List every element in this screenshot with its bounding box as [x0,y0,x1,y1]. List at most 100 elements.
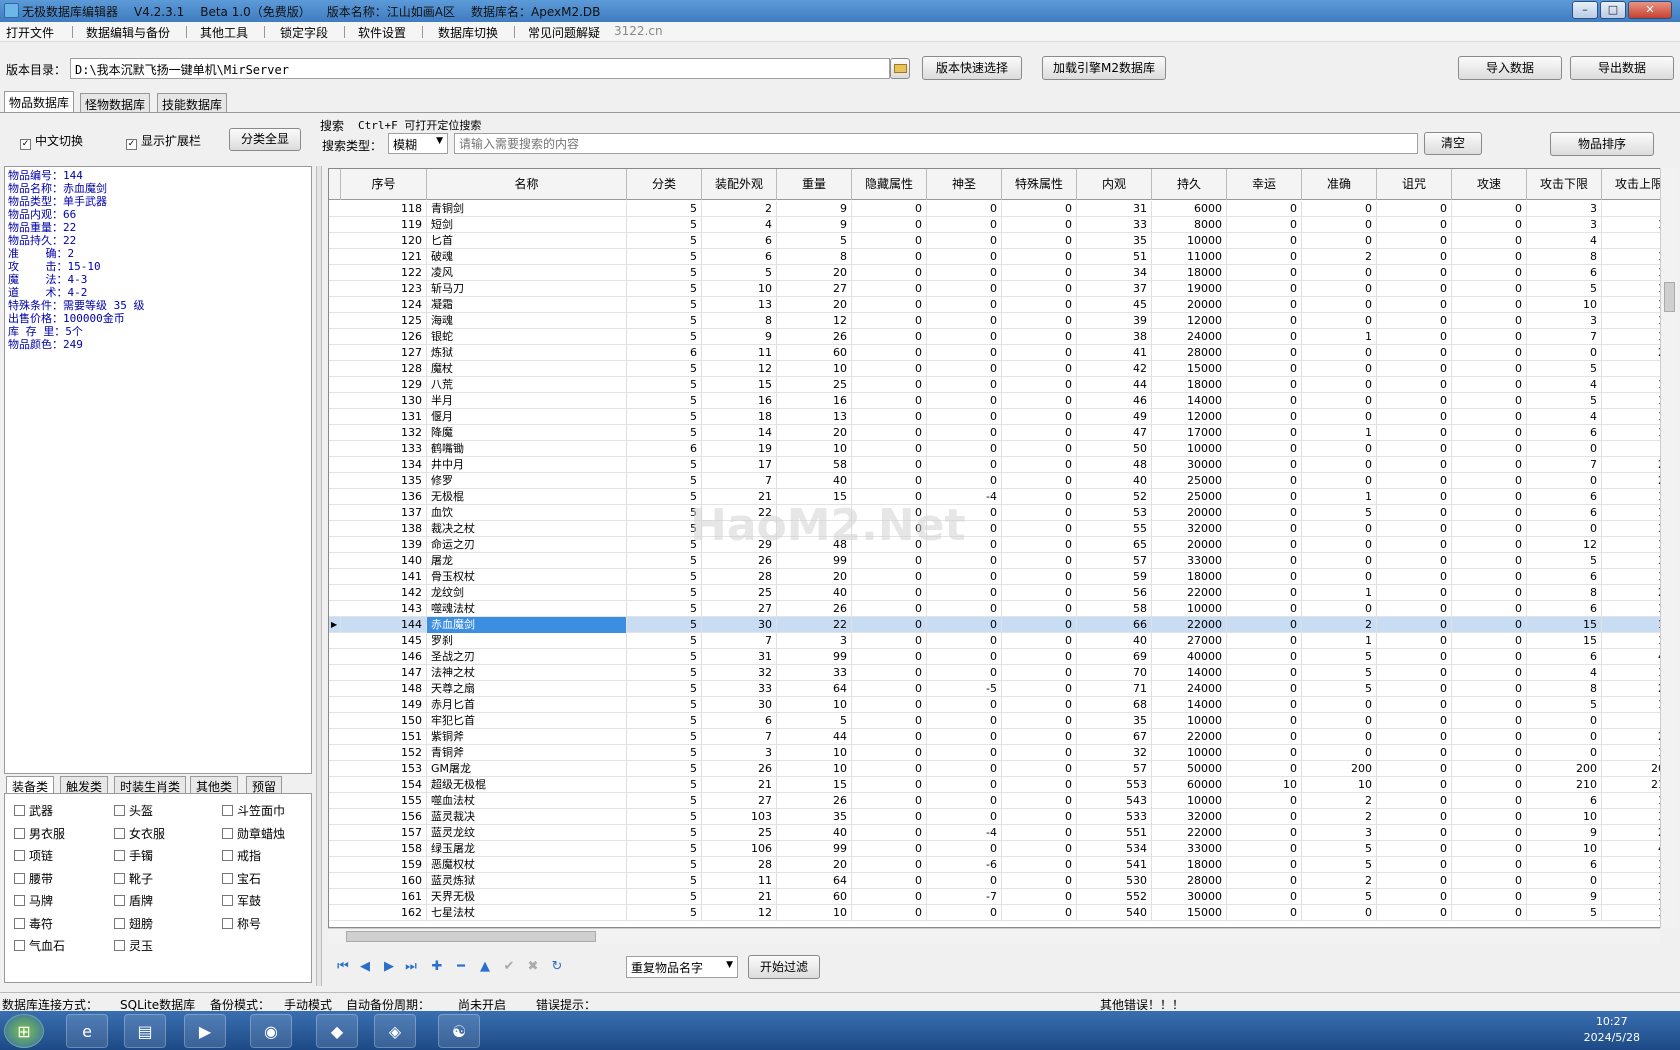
table-cell[interactable]: 124 [341,297,427,313]
table-cell[interactable]: 0 [1377,697,1452,713]
show-ext-checkbox[interactable]: ✓ 显示扩展栏 [126,132,201,150]
table-row[interactable]: 126银蛇592600038240000100714 [329,329,1677,345]
table-cell[interactable]: 0 [1302,537,1377,553]
table-cell[interactable]: 0 [1227,601,1302,617]
table-row[interactable]: 137血饮52200053200000500616 [329,505,1677,521]
table-cell[interactable]: 0 [1377,873,1452,889]
table-cell[interactable]: 0 [852,665,927,681]
column-header[interactable]: 准确 [1302,169,1377,200]
table-row[interactable]: 148天尊之扇533640-5071240000500826 [329,681,1677,697]
table-cell[interactable]: 0 [1227,857,1302,873]
nav-first-icon[interactable]: ⏮ [334,958,352,976]
table-cell[interactable]: 5 [627,489,702,505]
table-cell[interactable]: 9 [777,201,852,217]
category-checkbox[interactable]: 灵玉 [114,937,153,954]
column-header[interactable]: 特殊属性 [1002,169,1077,200]
table-cell[interactable]: 21 [702,889,777,905]
table-cell[interactable]: 0 [1227,265,1302,281]
table-cell[interactable]: 210 [1527,777,1602,793]
table-cell[interactable]: 41 [1077,345,1152,361]
table-cell[interactable]: 26 [702,553,777,569]
table-cell[interactable]: 135 [341,473,427,489]
table-cell[interactable]: 541 [1077,857,1152,873]
table-cell[interactable]: 0 [927,793,1002,809]
table-cell[interactable]: 26 [777,601,852,617]
table-row[interactable]: 136无极棍521150-4052250000100618 [329,489,1677,505]
table-cell[interactable]: 5 [627,505,702,521]
table-cell[interactable]: 0 [1452,377,1527,393]
nav-edit-icon[interactable]: ▲ [476,958,494,976]
table-cell[interactable]: 0 [1377,841,1452,857]
table-cell[interactable]: 5 [627,809,702,825]
table-cell[interactable]: 119 [341,217,427,233]
table-cell[interactable]: 71 [1077,681,1152,697]
table-cell[interactable]: 20 [777,425,852,441]
table-cell[interactable]: 99 [777,841,852,857]
table-cell[interactable]: 5 [627,329,702,345]
table-cell[interactable]: 半月 [427,393,627,409]
table-cell[interactable]: 155 [341,793,427,809]
table-cell[interactable]: 15 [777,489,852,505]
table-row[interactable]: 119短剑5490003380000000311 [329,217,1677,233]
table-cell[interactable]: 0 [1302,745,1377,761]
export-data-button[interactable]: 导出数据 [1570,56,1674,80]
nav-cancel-icon[interactable]: ✖ [524,958,542,976]
table-cell[interactable]: 0 [1002,329,1077,345]
table-cell[interactable]: 157 [341,825,427,841]
table-cell[interactable]: 6 [1527,601,1602,617]
taskbar-game-icon[interactable]: ◈ [374,1014,416,1048]
table-cell[interactable]: 145 [341,633,427,649]
table-cell[interactable]: 12 [702,361,777,377]
table-cell[interactable]: 33 [702,681,777,697]
table-cell[interactable]: 0 [1377,265,1452,281]
version-quick-select-button[interactable]: 版本快速选择 [922,56,1022,80]
table-cell[interactable]: 32000 [1152,521,1227,537]
table-cell[interactable]: 0 [927,873,1002,889]
table-cell[interactable]: 0 [1377,889,1452,905]
table-row[interactable]: 134井中月5175800048300000000722 [329,457,1677,473]
table-row[interactable]: 154超级无极棍5211500055360000101000210210 [329,777,1677,793]
table-cell[interactable]: 33 [777,665,852,681]
table-cell[interactable]: 0 [1002,249,1077,265]
category-checkbox[interactable]: 盾牌 [114,892,153,909]
table-cell[interactable]: 8 [1527,249,1602,265]
search-type-select[interactable]: 模糊 ▼ [388,133,448,154]
table-cell[interactable]: 18 [702,409,777,425]
table-cell[interactable]: 鹤嘴锄 [427,441,627,457]
chinese-toggle-checkbox[interactable]: ✓ 中文切换 [20,132,83,150]
menu-faq[interactable]: 常见问题解疑 [528,24,600,41]
taskbar-yinyang-icon[interactable]: ☯ [438,1014,480,1048]
table-cell[interactable]: 8 [1527,681,1602,697]
table-cell[interactable]: 6 [1527,425,1602,441]
table-cell[interactable]: 0 [1002,537,1077,553]
table-cell[interactable]: 162 [341,905,427,921]
table-cell[interactable]: 0 [1227,489,1302,505]
table-cell[interactable]: 0 [1452,633,1527,649]
table-cell[interactable]: 2 [1302,617,1377,633]
table-cell[interactable]: 0 [1227,313,1302,329]
table-cell[interactable]: 5 [1302,889,1377,905]
table-cell[interactable]: 5 [627,249,702,265]
table-cell[interactable]: 8000 [1152,217,1227,233]
table-cell[interactable]: 2 [702,201,777,217]
column-header[interactable]: 神圣 [927,169,1002,200]
table-cell[interactable]: 0 [1377,777,1452,793]
table-cell[interactable]: 修罗 [427,473,627,489]
table-cell[interactable]: 0 [927,361,1002,377]
table-cell[interactable]: 5 [1527,905,1602,921]
table-cell[interactable]: 青铜剑 [427,201,627,217]
category-checkbox[interactable]: 项链 [14,847,53,864]
table-cell[interactable]: 143 [341,601,427,617]
table-cell[interactable]: 22 [777,617,852,633]
table-cell[interactable]: 3 [777,633,852,649]
table-cell[interactable]: 20 [777,857,852,873]
table-cell[interactable]: 骨玉权杖 [427,569,627,585]
table-cell[interactable]: 18000 [1152,377,1227,393]
table-cell[interactable]: 25 [702,825,777,841]
table-cell[interactable]: 0 [1227,345,1302,361]
table-cell[interactable]: 0 [1002,361,1077,377]
table-cell[interactable]: 18000 [1152,569,1227,585]
table-cell[interactable]: 0 [1377,345,1452,361]
table-cell[interactable]: 0 [1002,313,1077,329]
table-cell[interactable]: 0 [1002,505,1077,521]
